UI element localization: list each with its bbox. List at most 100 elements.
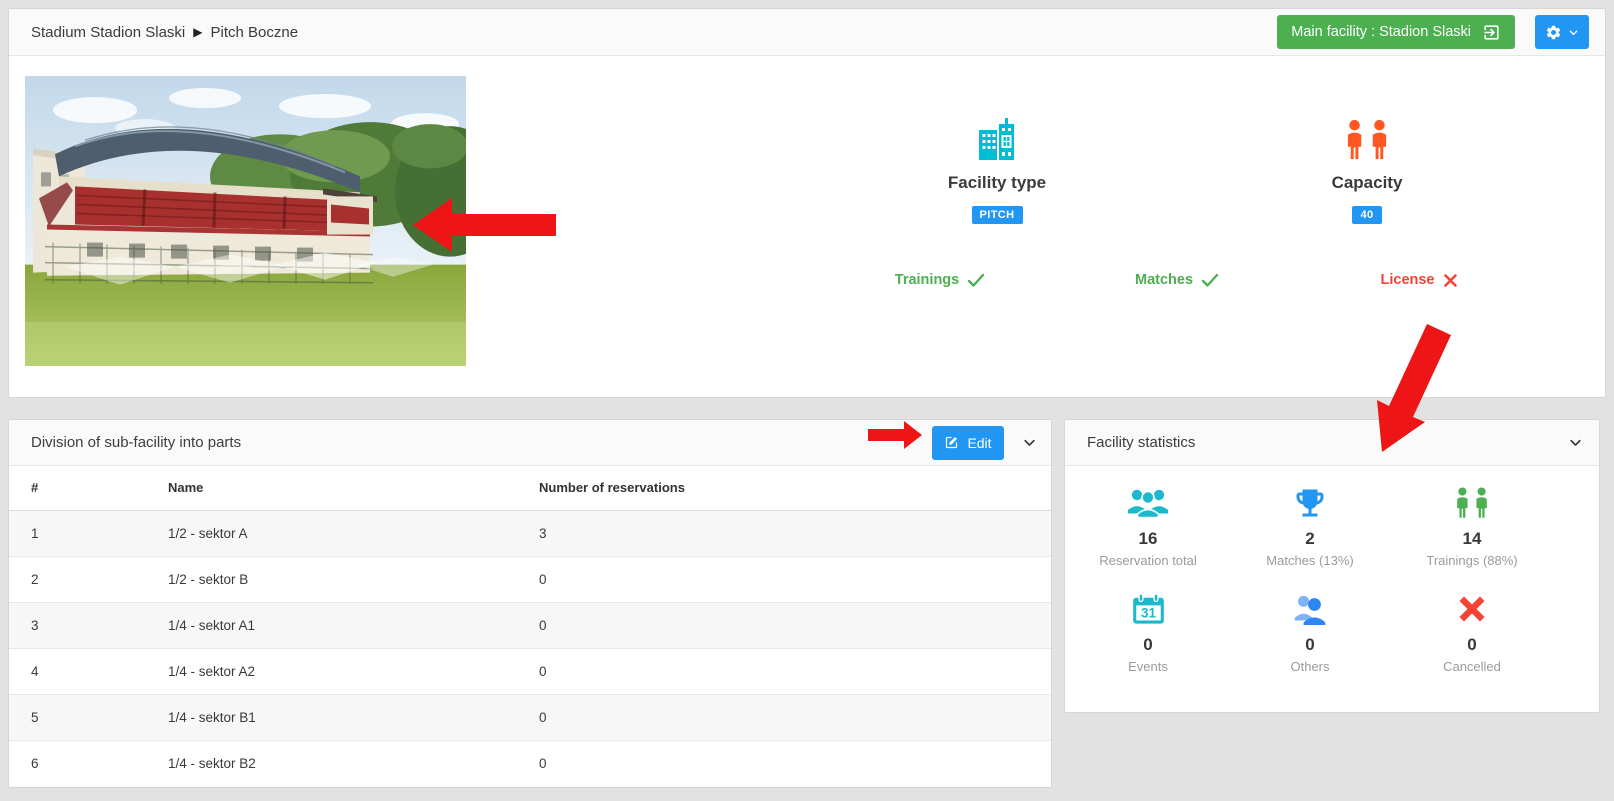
license-flag-label: License bbox=[1381, 272, 1435, 288]
row-reservations: 0 bbox=[529, 694, 1051, 740]
table-row: 3 1/4 - sektor A1 0 bbox=[9, 602, 1051, 648]
stat-label: Trainings (88%) bbox=[1426, 553, 1517, 568]
row-reservations: 0 bbox=[529, 602, 1051, 648]
capacity-label: Capacity bbox=[1332, 173, 1403, 193]
trainings-flag-label: Trainings bbox=[895, 272, 959, 288]
stat-value: 14 bbox=[1463, 529, 1482, 549]
matches-flag-label: Matches bbox=[1135, 272, 1193, 288]
table-row: 6 1/4 - sektor B2 0 bbox=[9, 740, 1051, 786]
license-flag: License bbox=[1339, 272, 1499, 288]
chevron-down-icon bbox=[1022, 435, 1037, 450]
breadcrumb: Stadium Stadion Slaski ▶ Pitch Boczne bbox=[31, 24, 298, 41]
row-reservations: 0 bbox=[529, 648, 1051, 694]
table-row: 4 1/4 - sektor A2 0 bbox=[9, 648, 1051, 694]
trainings-people-icon bbox=[1455, 482, 1489, 524]
statistics-collapse-toggle[interactable] bbox=[1566, 433, 1585, 452]
facility-type-label: Facility type bbox=[948, 173, 1046, 193]
stat-others: 0 Others bbox=[1229, 588, 1391, 674]
stat-reservation-total: 16 Reservation total bbox=[1067, 482, 1229, 568]
division-title: Division of sub-facility into parts bbox=[31, 434, 241, 451]
row-name: 1/4 - sektor A2 bbox=[158, 648, 529, 694]
statistics-card-header: Facility statistics bbox=[1065, 420, 1599, 466]
table-row: 2 1/2 - sektor B 0 bbox=[9, 556, 1051, 602]
capacity-people-icon bbox=[1345, 116, 1389, 162]
others-person-icon bbox=[1293, 588, 1327, 630]
buildings-icon bbox=[974, 116, 1020, 162]
table-row: 1 1/2 - sektor A 3 bbox=[9, 510, 1051, 556]
trophy-icon bbox=[1292, 482, 1328, 524]
row-index: 2 bbox=[9, 556, 158, 602]
x-mark-icon bbox=[1443, 273, 1458, 288]
chevron-down-icon bbox=[1568, 27, 1579, 38]
division-card: Division of sub-facility into parts Edit bbox=[8, 419, 1052, 788]
group-icon bbox=[1127, 482, 1169, 524]
stat-label: Matches (13%) bbox=[1266, 553, 1353, 568]
stat-events: 31 0 Events bbox=[1067, 588, 1229, 674]
stat-label: Cancelled bbox=[1443, 659, 1501, 674]
stat-value: 16 bbox=[1139, 529, 1158, 549]
row-reservations: 0 bbox=[529, 556, 1051, 602]
facility-photo bbox=[25, 76, 466, 366]
column-header-name: Name bbox=[158, 466, 529, 510]
settings-dropdown-button[interactable] bbox=[1535, 15, 1589, 49]
row-reservations: 3 bbox=[529, 510, 1051, 556]
calendar-icon: 31 bbox=[1132, 588, 1165, 630]
stat-label: Events bbox=[1128, 659, 1168, 674]
stat-label: Others bbox=[1290, 659, 1329, 674]
row-index: 6 bbox=[9, 740, 158, 786]
facility-type-badge: PITCH bbox=[972, 206, 1023, 224]
stat-value: 0 bbox=[1143, 635, 1152, 655]
row-name: 1/2 - sektor B bbox=[158, 556, 529, 602]
breadcrumb-subfacility: Pitch Boczne bbox=[210, 24, 298, 41]
cancelled-x-icon bbox=[1458, 588, 1486, 630]
top-bar-actions: Main facility : Stadion Slaski bbox=[1277, 15, 1589, 49]
facility-type-block: Facility type PITCH bbox=[897, 116, 1097, 224]
gear-icon bbox=[1545, 24, 1562, 41]
main-facility-button-label: Main facility : Stadion Slaski bbox=[1291, 24, 1471, 40]
sub-facility-table: # Name Number of reservations 1 1/2 - se… bbox=[9, 466, 1051, 786]
exit-icon bbox=[1482, 23, 1501, 42]
svg-text:31: 31 bbox=[1140, 605, 1156, 620]
trainings-flag: Trainings bbox=[860, 272, 1020, 288]
stat-value: 0 bbox=[1305, 635, 1314, 655]
stat-label: Reservation total bbox=[1099, 553, 1197, 568]
row-name: 1/4 - sektor B1 bbox=[158, 694, 529, 740]
division-collapse-toggle[interactable] bbox=[1020, 433, 1039, 452]
table-row: 5 1/4 - sektor B1 0 bbox=[9, 694, 1051, 740]
check-icon bbox=[1201, 273, 1219, 288]
statistics-body: 16 Reservation total 2 Matches (13%) bbox=[1065, 466, 1599, 674]
capacity-badge: 40 bbox=[1352, 206, 1381, 224]
edit-button[interactable]: Edit bbox=[932, 426, 1004, 460]
check-icon bbox=[967, 273, 985, 288]
column-header-index: # bbox=[9, 466, 158, 510]
edit-button-label: Edit bbox=[967, 435, 991, 451]
table-header-row: # Name Number of reservations bbox=[9, 466, 1051, 510]
stat-trainings: 14 Trainings (88%) bbox=[1391, 482, 1553, 568]
breadcrumb-separator-icon: ▶ bbox=[193, 25, 202, 39]
matches-flag: Matches bbox=[1097, 272, 1257, 288]
stat-cancelled: 0 Cancelled bbox=[1391, 588, 1553, 674]
main-facility-button[interactable]: Main facility : Stadion Slaski bbox=[1277, 15, 1515, 49]
stat-matches: 2 Matches (13%) bbox=[1229, 482, 1391, 568]
chevron-down-icon bbox=[1568, 435, 1583, 450]
row-name: 1/2 - sektor A bbox=[158, 510, 529, 556]
division-card-header: Division of sub-facility into parts Edit bbox=[9, 420, 1051, 466]
row-reservations: 0 bbox=[529, 740, 1051, 786]
facility-page: Stadium Stadion Slaski ▶ Pitch Boczne Ma… bbox=[0, 0, 1614, 801]
statistics-card: Facility statistics bbox=[1064, 419, 1600, 713]
column-header-reservations: Number of reservations bbox=[529, 466, 1051, 510]
stat-value: 2 bbox=[1305, 529, 1314, 549]
breadcrumb-facility[interactable]: Stadium Stadion Slaski bbox=[31, 24, 185, 41]
facility-overview-card: Stadium Stadion Slaski ▶ Pitch Boczne Ma… bbox=[8, 8, 1606, 398]
capacity-block: Capacity 40 bbox=[1267, 116, 1467, 224]
row-index: 3 bbox=[9, 602, 158, 648]
statistics-title: Facility statistics bbox=[1087, 434, 1195, 451]
edit-icon bbox=[944, 435, 959, 450]
row-index: 5 bbox=[9, 694, 158, 740]
stat-value: 0 bbox=[1467, 635, 1476, 655]
row-index: 4 bbox=[9, 648, 158, 694]
row-name: 1/4 - sektor A1 bbox=[158, 602, 529, 648]
row-index: 1 bbox=[9, 510, 158, 556]
top-bar: Stadium Stadion Slaski ▶ Pitch Boczne Ma… bbox=[9, 9, 1605, 56]
row-name: 1/4 - sektor B2 bbox=[158, 740, 529, 786]
